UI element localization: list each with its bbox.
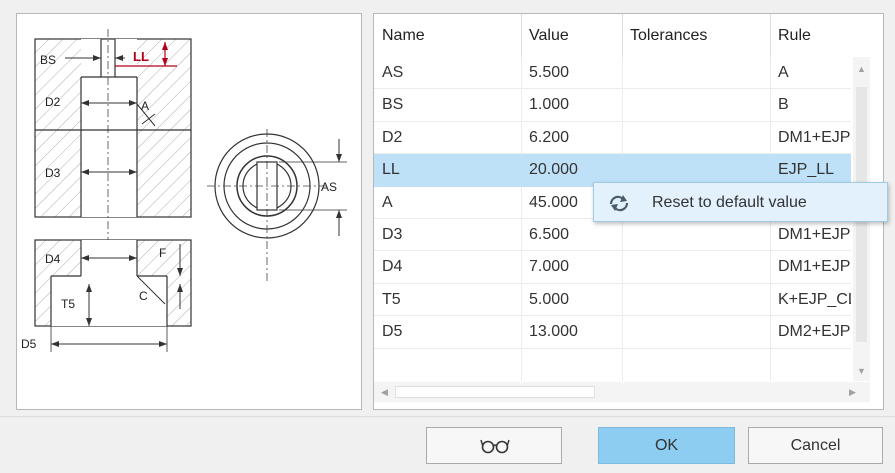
label-d4: D4 [45,252,61,266]
cell-rule[interactable]: K+EJP_CL [770,284,851,316]
label-as: AS [321,180,337,194]
scroll-down-icon[interactable]: ▼ [853,363,870,380]
menu-item-label: Reset to default value [652,194,807,211]
ejector-pin-drawing: BS LL D2 A D3 AS D4 F T5 C D5 [21,29,347,352]
label-d5: D5 [21,337,37,351]
scroll-up-icon[interactable]: ▲ [853,61,870,78]
horizontal-scroll-thumb[interactable] [395,386,595,398]
cell-rule[interactable]: DM1+EJP [770,219,851,251]
cell-rule[interactable]: DM1+EJP [770,122,851,154]
column-header-rule[interactable]: Rule [770,14,811,57]
cell-rule[interactable]: DM1+EJP [770,251,851,283]
table-row[interactable]: D4 7.000 DM1+EJP [374,251,851,284]
part-drawing-panel: BS LL D2 A D3 AS D4 F T5 C D5 [16,13,362,410]
cell-value[interactable]: 1.000 [521,89,622,121]
cell-tolerances[interactable] [622,57,770,89]
context-menu: Reset to default value [593,182,888,222]
glasses-icon [480,439,510,454]
cell-tolerances[interactable] [622,219,770,251]
cell-name: D5 [382,323,403,341]
preview-button[interactable] [426,427,562,464]
cell-name: D3 [382,225,403,243]
ok-button[interactable]: OK [598,427,735,464]
label-bs: BS [40,53,56,67]
table-header: Name Value Tolerances Rule [374,14,883,57]
cell-value[interactable]: 13.000 [521,316,622,348]
table-row[interactable]: D5 13.000 DM2+EJP [374,316,851,349]
cell-name: D4 [382,258,403,276]
cell-name: BS [382,96,404,114]
label-a: A [141,99,149,113]
horizontal-scrollbar[interactable]: ◀ ▶ [374,382,870,402]
cell-name: A [382,193,393,211]
cell-tolerances[interactable] [622,122,770,154]
table-row[interactable]: D3 6.500 DM1+EJP [374,219,851,252]
column-header-value[interactable]: Value [521,14,569,57]
footer-divider [0,416,895,417]
table-row[interactable]: D2 6.200 DM1+EJP [374,122,851,155]
cell-name: T5 [382,290,401,308]
cell-tolerances[interactable] [622,251,770,283]
cell-tolerances[interactable] [622,316,770,348]
cell-rule[interactable]: DM2+EJP [770,316,851,348]
cell-value[interactable]: 6.500 [521,219,622,251]
cell-rule[interactable]: A [770,57,851,89]
label-t5: T5 [61,297,75,311]
column-header-name[interactable]: Name [374,14,425,57]
cell-rule[interactable]: B [770,89,851,121]
cell-tolerances[interactable] [622,89,770,121]
scroll-left-icon[interactable]: ◀ [376,384,393,401]
table-row[interactable]: BS 1.000 B [374,89,851,122]
label-ll: LL [133,49,149,64]
table-row[interactable]: AS 5.500 A [374,57,851,90]
reset-icon [609,195,629,212]
cell-value[interactable]: 7.000 [521,251,622,283]
cell-value[interactable]: 5.500 [521,57,622,89]
cell-name: D2 [382,128,403,146]
cell-name: LL [382,161,400,179]
label-c: C [139,289,148,303]
cell-value[interactable]: 5.000 [521,284,622,316]
cell-value[interactable]: 6.200 [521,122,622,154]
cancel-button[interactable]: Cancel [748,427,883,464]
label-d2: D2 [45,95,61,109]
label-d3: D3 [45,166,61,180]
cell-name: AS [382,64,404,81]
column-header-tolerances[interactable]: Tolerances [622,14,707,57]
scroll-right-icon[interactable]: ▶ [844,384,861,401]
table-row[interactable]: T5 5.000 K+EJP_CL [374,284,851,317]
cell-tolerances[interactable] [622,284,770,316]
label-f: F [159,246,166,260]
